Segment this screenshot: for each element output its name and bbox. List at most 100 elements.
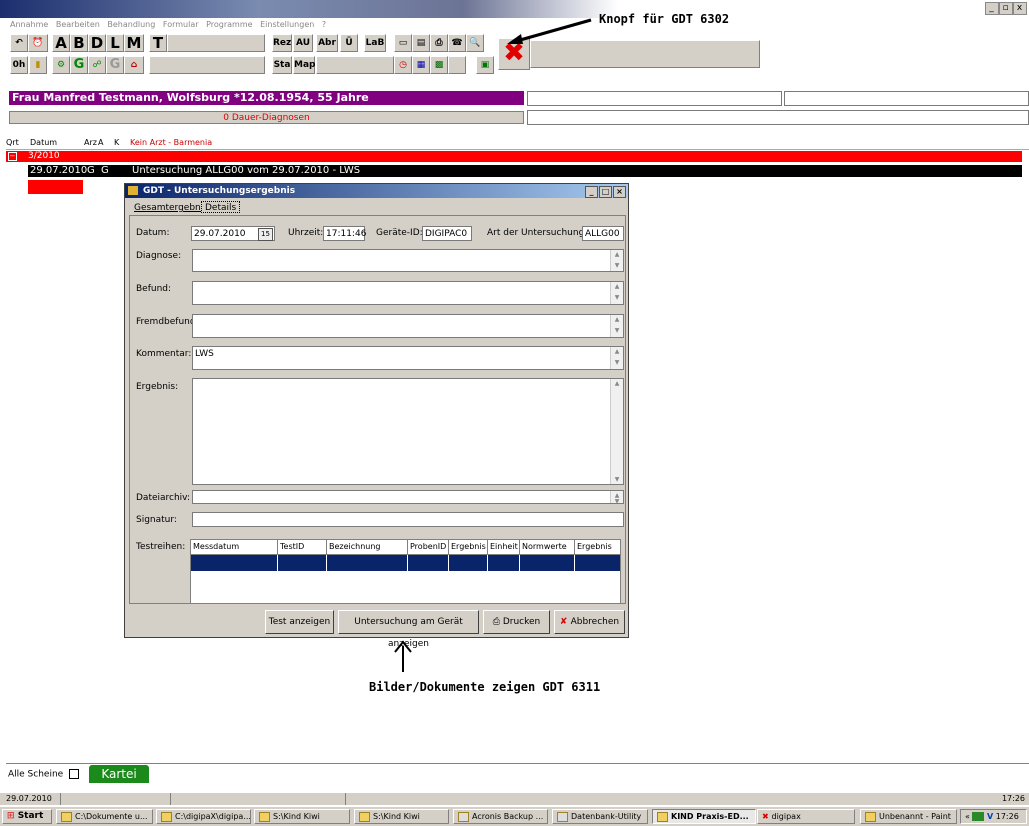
- task-item-4[interactable]: S:\Kind Kiwi: [354, 809, 449, 824]
- task-item-7[interactable]: KIND Praxis-ED...: [652, 809, 756, 824]
- task-item-5[interactable]: Acronis Backup ...: [453, 809, 548, 824]
- clock-icon[interactable]: ◷: [394, 56, 412, 74]
- tab-gesamtergebnis[interactable]: Gesamtergebnis: [131, 202, 211, 214]
- toolbar-btn-abr[interactable]: Abr: [316, 34, 338, 52]
- tray-network-icon[interactable]: [972, 812, 985, 821]
- toolbar-btn-t[interactable]: T: [149, 34, 167, 52]
- dialog-close-button[interactable]: ×: [613, 186, 626, 198]
- toolbar-btn-ue[interactable]: Ü: [340, 34, 358, 52]
- task-item-8[interactable]: ✖ digipax: [757, 809, 855, 824]
- toolbar-btn-m[interactable]: M: [124, 34, 144, 52]
- th-bezeichnung[interactable]: Bezeichnung: [327, 540, 408, 554]
- uhrzeit-input[interactable]: 17:11:46: [323, 226, 366, 241]
- home-icon[interactable]: ⌂: [124, 56, 144, 74]
- menu-formular[interactable]: Formular: [163, 20, 199, 29]
- gear-icon[interactable]: ⚙: [52, 56, 70, 74]
- collapse-icon[interactable]: −: [8, 152, 17, 161]
- th-ergebnis[interactable]: Ergebnis: [449, 540, 488, 554]
- menu-einstellungen[interactable]: Einstellungen: [260, 20, 314, 29]
- ergebnis-input[interactable]: ▲ ▼: [192, 378, 624, 485]
- toolbar-btn-rez[interactable]: Rez: [272, 34, 292, 52]
- toolbar-btn-sta[interactable]: Sta: [272, 56, 292, 74]
- search-icon[interactable]: 🔍: [466, 34, 484, 52]
- untersuchung-anzeigen-button[interactable]: Untersuchung am Gerät anzeigen: [338, 610, 479, 649]
- tray-expand-button[interactable]: «: [965, 812, 970, 821]
- toolbar-btn-l[interactable]: L: [106, 34, 124, 52]
- phone-icon[interactable]: ☎: [448, 34, 466, 52]
- quarter-row[interactable]: − 3/2010: [6, 151, 1022, 162]
- start-button[interactable]: ⊞ Start: [2, 809, 52, 824]
- col-arz[interactable]: Arz: [84, 138, 97, 147]
- close-button[interactable]: x: [1013, 2, 1027, 15]
- th-ergebnis-2[interactable]: Ergebnis: [575, 540, 620, 554]
- alarm-clock-icon[interactable]: ⏰: [28, 34, 48, 52]
- toolbar-btn-g-gray[interactable]: G: [106, 56, 124, 74]
- kommentar-input[interactable]: LWS ▲ ▼: [192, 346, 624, 370]
- toolbar-btn-0h[interactable]: 0h: [10, 56, 28, 74]
- art-input[interactable]: ALLG00: [582, 226, 624, 241]
- toolbar-btn-a[interactable]: A: [52, 34, 70, 52]
- entry-row[interactable]: 29.07.2010 G G Untersuchung ALLG00 vom 2…: [28, 165, 1022, 177]
- diagnose-field[interactable]: [527, 110, 1029, 125]
- drucken-button[interactable]: ⎙ Drucken: [483, 610, 550, 634]
- toolbar-btn-au[interactable]: AU: [293, 34, 313, 52]
- datum-input[interactable]: 29.07.2010 15: [191, 226, 275, 241]
- door-icon[interactable]: ▮: [29, 56, 47, 74]
- tray-v-icon[interactable]: V: [987, 812, 993, 821]
- col-k[interactable]: K: [114, 138, 119, 147]
- dauer-diagnosen[interactable]: 0 Dauer-Diagnosen: [9, 111, 524, 124]
- task-item-2[interactable]: C:\digipaX\digipa...: [156, 809, 251, 824]
- monitor-icon[interactable]: ▣: [476, 56, 494, 74]
- col-a[interactable]: A: [98, 138, 103, 147]
- card-icon[interactable]: ▤: [412, 34, 430, 52]
- menu-bearbeiten[interactable]: Bearbeiten: [56, 20, 100, 29]
- menu-annahme[interactable]: Annahme: [10, 20, 48, 29]
- window-icon[interactable]: ▭: [394, 34, 412, 52]
- testreihen-table[interactable]: Messdatum TestID Bezeichnung ProbenID Er…: [190, 539, 621, 604]
- toolbar-btn-map[interactable]: Map: [293, 56, 315, 74]
- task-item-3[interactable]: S:\Kind Kiwi: [254, 809, 350, 824]
- chart-icon[interactable]: ☍: [88, 56, 106, 74]
- dialog-minimize-button[interactable]: _: [585, 186, 598, 198]
- toolbar-btn-d[interactable]: D: [88, 34, 106, 52]
- printer-icon[interactable]: ⎙: [430, 34, 448, 52]
- patient-field-2[interactable]: [784, 91, 1029, 106]
- abbrechen-button[interactable]: ✘ Abbrechen: [554, 610, 625, 634]
- toolbar-btn-lab[interactable]: LaB: [364, 34, 386, 52]
- befund-input[interactable]: ▲ ▼: [192, 281, 624, 305]
- th-einheit[interactable]: Einheit: [488, 540, 520, 554]
- tab-kartei[interactable]: Kartei: [89, 765, 149, 783]
- geraete-id-input[interactable]: DIGIPAC0: [422, 226, 472, 241]
- table-row[interactable]: [191, 555, 620, 571]
- maximize-button[interactable]: ▫: [999, 2, 1013, 15]
- menu-help[interactable]: ?: [322, 20, 326, 29]
- dialog-maximize-button[interactable]: □: [599, 186, 612, 198]
- calendar-icon[interactable]: 15: [258, 228, 273, 241]
- menu-behandlung[interactable]: Behandlung: [107, 20, 155, 29]
- th-probenid[interactable]: ProbenID: [408, 540, 449, 554]
- col-kostentraeger[interactable]: Kein Arzt - Barmenia: [130, 138, 212, 147]
- document-icon[interactable]: ▦: [412, 56, 430, 74]
- menu-programme[interactable]: Programme: [206, 20, 252, 29]
- diagnose-input[interactable]: ▲ ▼: [192, 249, 624, 272]
- col-datum[interactable]: Datum: [30, 138, 57, 147]
- th-messdatum[interactable]: Messdatum: [191, 540, 278, 554]
- toolbar-btn-g[interactable]: G: [70, 56, 88, 74]
- task-item-1[interactable]: C:\Dokumente u...: [56, 809, 153, 824]
- task-item-9[interactable]: Unbenannt - Paint: [860, 809, 957, 824]
- tab-details[interactable]: Details: [201, 201, 241, 213]
- toolbar-btn-b[interactable]: B: [70, 34, 88, 52]
- minimize-button[interactable]: _: [985, 2, 999, 15]
- th-normwerte[interactable]: Normwerte: [520, 540, 575, 554]
- th-testid[interactable]: TestID: [278, 540, 327, 554]
- alle-scheine-label[interactable]: Alle Scheine: [8, 769, 80, 780]
- alle-scheine-checkbox[interactable]: [69, 769, 80, 779]
- col-qrt[interactable]: Qrt: [6, 138, 19, 147]
- table-icon[interactable]: ▩: [430, 56, 448, 74]
- undo-icon[interactable]: ↶: [10, 34, 28, 52]
- test-anzeigen-button[interactable]: Test anzeigen: [265, 610, 334, 634]
- patient-field-1[interactable]: [527, 91, 782, 106]
- task-item-6[interactable]: Datenbank-Utility: [552, 809, 648, 824]
- dateiarchiv-input[interactable]: ▲ ▼: [192, 490, 624, 505]
- fremdbefund-input[interactable]: ▲ ▼: [192, 314, 624, 338]
